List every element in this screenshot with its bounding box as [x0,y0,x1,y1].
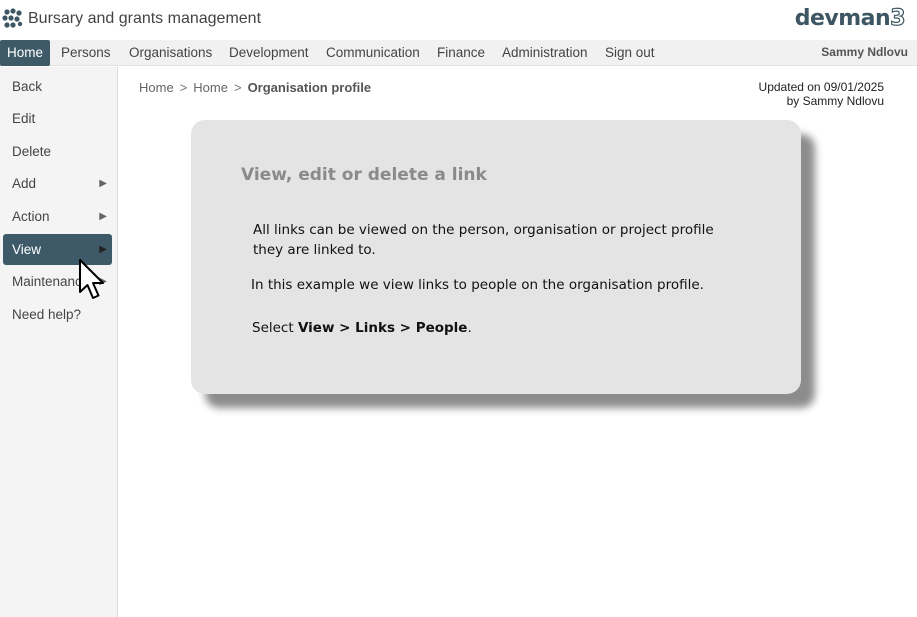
brand-logo[interactable]: devman3 [794,5,906,31]
sidebar-item-need-help[interactable]: Need help? [3,299,112,330]
updated-info: Updated on 09/01/2025 by Sammy Ndlovu [759,80,884,108]
submenu-arrow-icon: ▶ [99,178,107,189]
sidebar-item-label: Delete [12,144,52,159]
sidebar-item-add[interactable]: Add ▶ [3,168,112,199]
sidebar-item-label: Need help? [12,307,82,322]
callout-text: All links can be viewed on the person, o… [253,222,714,258]
sidebar-item-label: Add [12,176,37,191]
molecule-dots-icon [2,8,23,28]
instruction-prefix: Select [252,320,298,336]
sidebar-item-label: Action [12,209,50,224]
breadcrumb-home[interactable]: Home [139,80,174,95]
app-header: Bursary and grants management devman3 [0,0,917,40]
nav-home[interactable]: Home [0,40,51,66]
sidebar: Back Edit Delete Add ▶ Action ▶ View ▶ Main… [0,67,118,617]
breadcrumb-home[interactable]: Home [193,80,228,95]
instruction-suffix: . [467,320,472,336]
nav-organisations[interactable]: Organisations [129,40,212,66]
help-callout: View, edit or delete a link All links ca… [191,120,801,394]
sidebar-item-action[interactable]: Action ▶ [3,201,112,232]
updated-by: by Sammy Ndlovu [786,94,884,108]
nav-persons[interactable]: Persons [61,40,111,66]
sidebar-item-edit[interactable]: Edit [3,103,112,134]
mouse-pointer-icon [79,259,104,299]
breadcrumb-separator: > [233,80,242,95]
updated-date: Updated on 09/01/2025 [758,80,884,94]
nav-administration[interactable]: Administration [502,40,588,66]
current-user[interactable]: Sammy Ndlovu [821,40,908,65]
brand-logo-text: devman [794,6,891,31]
sidebar-item-label: View [12,242,42,257]
breadcrumb-current: Organisation profile [247,80,372,95]
instruction-path: View > Links > People [297,320,468,336]
nav-development[interactable]: Development [229,40,309,66]
sidebar-item-back[interactable]: Back [3,71,112,102]
nav-finance[interactable]: Finance [437,40,485,66]
submenu-arrow-icon: ▶ [99,211,107,222]
nav-sign-out[interactable]: Sign out [605,40,655,66]
sidebar-item-label: Edit [12,111,36,126]
brand-logo-number: 3 [890,5,906,31]
callout-text: In this example we view links to people … [251,277,704,293]
top-nav: Home Persons Organisations Development C… [0,40,917,66]
app-title: Bursary and grants management [28,10,262,27]
breadcrumb-separator: > [179,80,188,95]
sidebar-item-delete[interactable]: Delete [3,136,112,167]
nav-communication[interactable]: Communication [326,40,420,66]
callout-instruction: Select View > Links > People. [252,318,472,338]
sidebar-item-label: Back [12,79,43,94]
callout-title: View, edit or delete a link [241,165,487,185]
breadcrumb: Home > Home > Organisation profile [139,80,371,95]
